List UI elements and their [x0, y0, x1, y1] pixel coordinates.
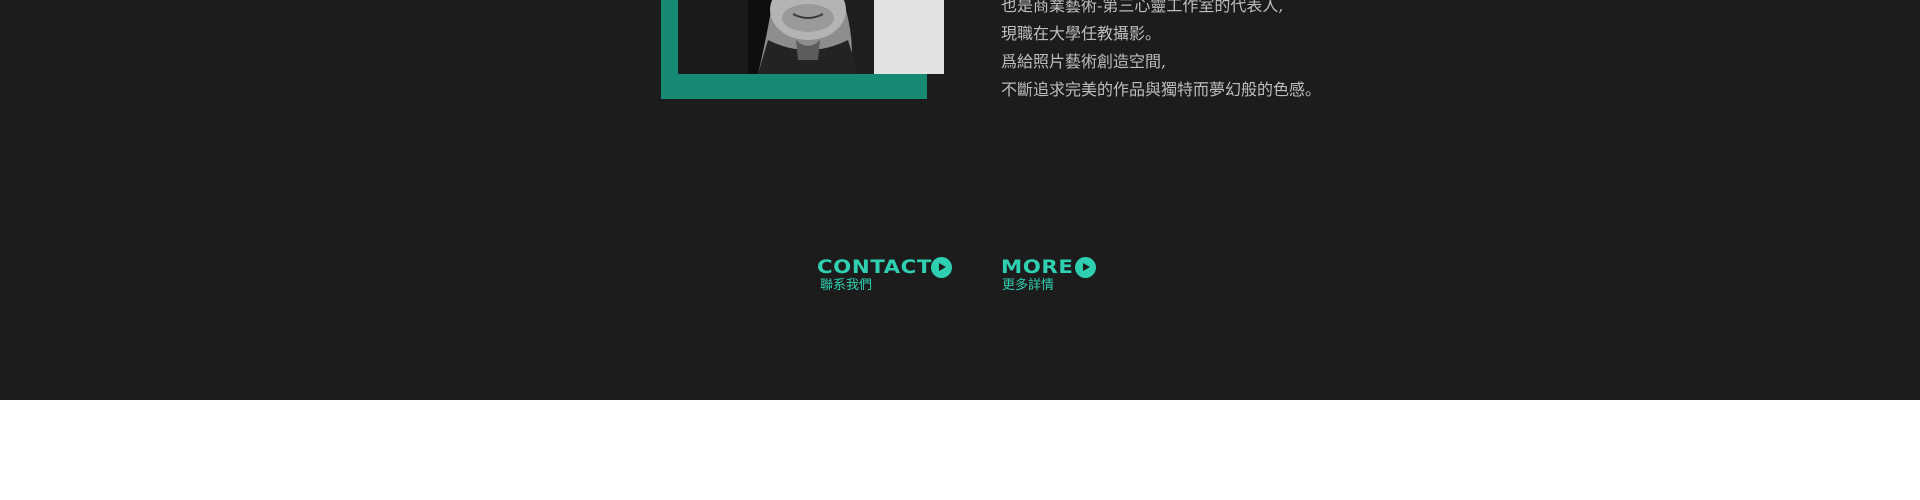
profile-section: 也是商業藝術-第三心靈工作室的代表人, 現職在大學任教攝影。 爲給照片藝術創造空… [0, 0, 1920, 400]
contact-title: CONTACT [817, 256, 932, 278]
contact-button[interactable]: CONTACT 聯系我們 [817, 257, 952, 293]
more-subtitle: 更多詳情 [1002, 278, 1055, 293]
portrait-photo [678, 0, 944, 74]
bio-line: 也是商業藝術-第三心靈工作室的代表人, [1001, 0, 1284, 15]
more-button[interactable]: MORE 更多詳情 [1001, 257, 1096, 293]
bio-line: 不斷追求完美的作品與獨特而夢幻般的色感。 [1001, 80, 1322, 99]
bio-line: 現職在大學任教攝影。 [1001, 24, 1162, 43]
bio-line: 爲給照片藝術創造空間, [1001, 52, 1167, 71]
bio-text: 也是商業藝術-第三心靈工作室的代表人, 現職在大學任教攝影。 爲給照片藝術創造空… [1001, 0, 1421, 104]
more-title: MORE [1001, 256, 1074, 278]
play-circle-icon [1075, 257, 1096, 278]
play-circle-icon [931, 257, 952, 278]
contact-subtitle: 聯系我們 [820, 278, 873, 293]
